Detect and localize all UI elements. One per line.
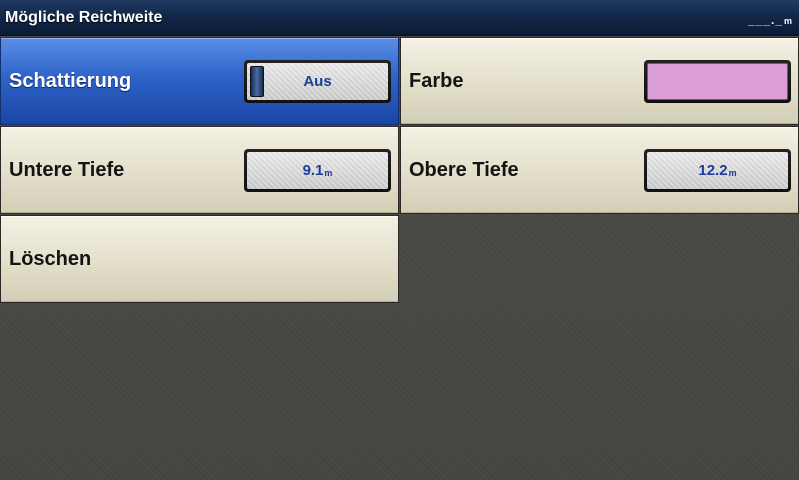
upper-depth-menu-item[interactable]: Obere Tiefe 12.2 m bbox=[400, 126, 799, 214]
lower-depth-unit: m bbox=[324, 167, 333, 178]
shading-label: Schattierung bbox=[9, 69, 132, 92]
shading-value: Aus bbox=[303, 73, 332, 90]
screen-background: Mögliche Reichweite ___._m Schattierung … bbox=[0, 0, 799, 480]
upper-depth-field[interactable]: 12.2 m bbox=[644, 149, 791, 192]
color-swatch bbox=[647, 63, 788, 100]
toggle-knob-icon bbox=[250, 66, 264, 97]
delete-label: Löschen bbox=[9, 247, 92, 270]
page-title: Mögliche Reichweite bbox=[5, 9, 163, 26]
upper-depth-value: 12.2 bbox=[698, 162, 728, 179]
status-unit: m bbox=[783, 16, 793, 26]
lower-depth-face: 9.1 m bbox=[247, 152, 388, 189]
shading-menu-item[interactable]: Schattierung Aus bbox=[0, 37, 399, 125]
lower-depth-menu-item[interactable]: Untere Tiefe 9.1 m bbox=[0, 126, 399, 214]
upper-depth-label: Obere Tiefe bbox=[409, 158, 519, 181]
status-readout: ___._m bbox=[748, 13, 793, 27]
color-label: Farbe bbox=[409, 69, 464, 92]
status-value: ___._ bbox=[747, 13, 783, 27]
delete-menu-item[interactable]: Löschen bbox=[0, 215, 399, 303]
lower-depth-field[interactable]: 9.1 m bbox=[244, 149, 391, 192]
color-swatch-field[interactable] bbox=[644, 60, 791, 103]
color-menu-item[interactable]: Farbe bbox=[400, 37, 799, 125]
upper-depth-unit: m bbox=[728, 167, 737, 178]
upper-depth-face: 12.2 m bbox=[647, 152, 788, 189]
shading-toggle[interactable]: Aus bbox=[244, 60, 391, 103]
title-bar: Mögliche Reichweite ___._m bbox=[0, 0, 799, 36]
shading-toggle-face: Aus bbox=[247, 63, 388, 100]
lower-depth-label: Untere Tiefe bbox=[9, 158, 125, 181]
lower-depth-value: 9.1 bbox=[302, 162, 324, 179]
